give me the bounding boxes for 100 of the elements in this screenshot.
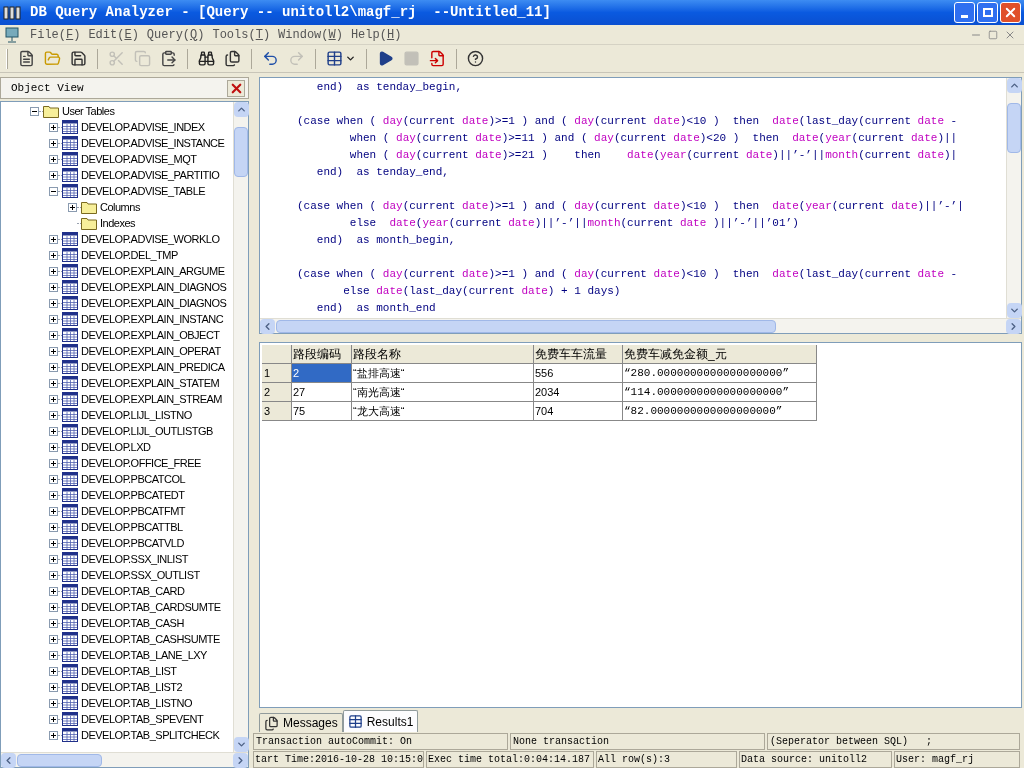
tree-item[interactable]: DEVELOP.TAB_LIST [81,664,177,678]
table-cell[interactable]: “盐排高速“ [352,364,534,383]
restore-button[interactable] [977,2,998,23]
expand-toggle[interactable] [49,298,58,308]
expand-toggle[interactable] [49,554,58,564]
table-cell[interactable]: “114.0000000000000000000” [623,383,817,402]
expand-toggle[interactable] [49,618,58,628]
menu-item[interactable]: Tools(T) [212,25,271,44]
tree-item[interactable]: DEVELOP.LIJL_LISTNO [81,408,192,422]
tree-item[interactable]: DEVELOP.PBCATTBL [81,520,183,534]
expand-toggle[interactable] [49,474,58,484]
expand-toggle[interactable] [49,730,58,740]
arrow-up-icon[interactable] [1008,80,1020,91]
expand-toggle[interactable] [49,170,58,180]
tree-item[interactable]: DEVELOP.TAB_LIST2 [81,680,183,694]
tree-item[interactable]: DEVELOP.ADVISE_MQT [81,152,197,166]
tree-item[interactable]: DEVELOP.PBCATEDT [81,488,185,502]
tree-item[interactable]: DEVELOP.EXPLAIN_OPERAT [81,344,221,358]
tree-item[interactable]: DEVELOP.ADVISE_PARTITIO [81,168,220,182]
table-cell[interactable]: 556 [534,364,623,383]
tree-item[interactable]: DEVELOP.TAB_SPLITCHECK [81,728,220,742]
menu-item[interactable]: Help(H) [350,25,402,44]
grid-corner[interactable] [262,345,292,364]
expand-toggle[interactable] [49,570,58,580]
tree-item[interactable]: DEVELOP.TAB_CARD [81,584,185,598]
expand-toggle[interactable] [49,650,58,660]
tree-item[interactable]: DEVELOP.OFFICE_FREE [81,456,201,470]
horizontal-scrollbar[interactable] [1,752,248,767]
horizontal-scrollbar[interactable] [260,318,1021,333]
tree-item[interactable]: DEVELOP.EXPLAIN_OBJECT [81,328,220,342]
menu-item[interactable]: Edit(E) [88,25,139,44]
expand-toggle[interactable] [49,362,58,372]
expand-toggle[interactable] [49,490,58,500]
result-tab[interactable]: Messages [259,713,343,732]
tree-item[interactable]: DEVELOP.LIJL_OUTLISTGB [81,424,213,438]
tree-item[interactable]: DEVELOP.EXPLAIN_STREAM [81,392,223,406]
arrow-right-icon[interactable] [1008,320,1019,332]
column-header[interactable]: 路段名称 [352,345,534,364]
expand-toggle[interactable] [49,282,58,292]
expand-toggle[interactable] [49,682,58,692]
tree-item[interactable]: DEVELOP.EXPLAIN_ARGUME [81,264,225,278]
column-header[interactable]: 免费车减免金额_元 [623,345,817,364]
menu-item[interactable]: Window(W) [278,25,343,44]
table-cell[interactable]: “龙大高速“ [352,402,534,421]
expand-toggle[interactable] [49,602,58,612]
scroll-thumb[interactable] [276,319,776,333]
tree-item[interactable]: DEVELOP.TAB_CASH [81,616,184,630]
expand-toggle[interactable] [49,154,58,164]
expand-toggle[interactable] [68,202,77,212]
result-tab[interactable]: Results1 [342,710,419,732]
expand-toggle[interactable] [49,378,58,388]
tree-item[interactable]: DEVELOP.EXPLAIN_INSTANC [81,312,224,326]
column-header[interactable]: 免费车车流量 [534,345,623,364]
table-cell[interactable]: 2034 [534,383,623,402]
expand-toggle[interactable] [49,522,58,532]
expand-toggle[interactable] [49,250,58,260]
tree-item[interactable]: User Tables [62,104,115,118]
tree-item[interactable]: DEVELOP.ADVISE_INSTANCE [81,136,225,150]
expand-toggle[interactable] [49,186,58,196]
menu-item[interactable]: File(F) [30,25,81,44]
tree-item[interactable]: DEVELOP.TAB_LISTNO [81,696,193,710]
sql-editor[interactable] [259,77,1022,334]
expand-toggle[interactable] [49,538,58,548]
scroll-thumb[interactable] [1007,103,1021,153]
tree-item[interactable]: Columns [100,200,140,214]
table-cell[interactable]: 704 [534,402,623,421]
expand-toggle[interactable] [49,442,58,452]
expand-toggle[interactable] [49,714,58,724]
tree-item[interactable]: DEVELOP.ADVISE_WORKLO [81,232,220,246]
column-header[interactable]: 路段编码 [292,345,352,364]
table-cell[interactable]: “82.0000000000000000000” [623,402,817,421]
arrow-down-icon[interactable] [1008,305,1020,316]
tree-item[interactable]: DEVELOP.SSX_INLIST [81,552,188,566]
minimize-button[interactable] [954,2,975,23]
arrow-up-icon[interactable] [235,104,247,115]
tree-item[interactable]: DEVELOP.EXPLAIN_PREDICA [81,360,225,374]
tree-item[interactable]: DEVELOP.TAB_LANE_LXY [81,648,207,662]
tree-item[interactable]: DEVELOP.LXD [81,440,151,454]
vertical-scrollbar[interactable] [233,102,248,752]
expand-toggle[interactable] [49,586,58,596]
tree-item[interactable]: DEVELOP.PBCATFMT [81,504,186,518]
tree-item[interactable]: DEVELOP.ADVISE_TABLE [81,184,206,198]
tree-item[interactable]: DEVELOP.TAB_CASHSUMTE [81,632,220,646]
tree-item[interactable]: DEVELOP.TAB_SPEVENT [81,712,204,726]
expand-toggle[interactable] [49,122,58,132]
expand-toggle[interactable] [49,346,58,356]
tree-item[interactable]: DEVELOP.EXPLAIN_DIAGNOS [81,280,227,294]
arrow-left-icon[interactable] [3,754,14,766]
expand-toggle[interactable] [49,426,58,436]
table-cell[interactable]: 75 [292,402,352,421]
expand-toggle[interactable] [49,698,58,708]
close-button[interactable] [227,79,245,97]
app-menu-icon[interactable] [4,25,22,44]
expand-toggle[interactable] [49,666,58,676]
tree-item[interactable]: DEVELOP.DEL_TMP [81,248,178,262]
arrow-right-icon[interactable] [235,754,246,766]
tree-item[interactable]: DEVELOP.TAB_CARDSUMTE [81,600,221,614]
expand-toggle[interactable] [49,234,58,244]
expand-toggle[interactable] [49,394,58,404]
menu-item[interactable]: Query(Q) [146,25,205,44]
